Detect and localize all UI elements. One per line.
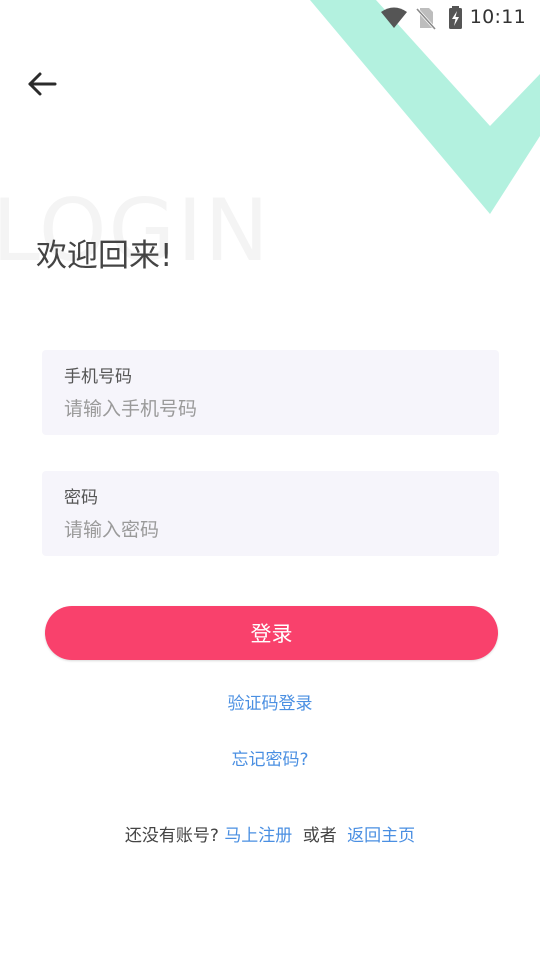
arrow-left-icon [28, 72, 57, 96]
status-bar: 10:11 [0, 0, 540, 36]
register-prompt: 还没有账号? 马上注册 或者 返回主页 [0, 821, 540, 846]
phone-label: 手机号码 [64, 367, 132, 387]
page-title: 欢迎回来! [36, 238, 173, 274]
phone-field: 手机号码 [42, 350, 499, 435]
sms-login-link[interactable]: 验证码登录 [0, 689, 540, 714]
login-button[interactable]: 登录 [45, 606, 498, 660]
forgot-password-link[interactable]: 忘记密码? [0, 745, 540, 770]
no-account-text: 还没有账号? [124, 826, 219, 846]
phone-input[interactable] [64, 394, 474, 424]
register-link[interactable]: 马上注册 [224, 826, 292, 846]
no-sim-icon [415, 6, 437, 34]
password-label: 密码 [64, 488, 98, 508]
back-button[interactable] [22, 66, 62, 102]
wifi-icon [380, 6, 408, 34]
password-field: 密码 [42, 471, 499, 556]
or-text: 或者 [302, 826, 337, 846]
battery-charging-icon [446, 6, 466, 34]
status-time: 10:11 [469, 6, 526, 28]
password-input[interactable] [64, 515, 474, 545]
home-link[interactable]: 返回主页 [347, 826, 415, 846]
